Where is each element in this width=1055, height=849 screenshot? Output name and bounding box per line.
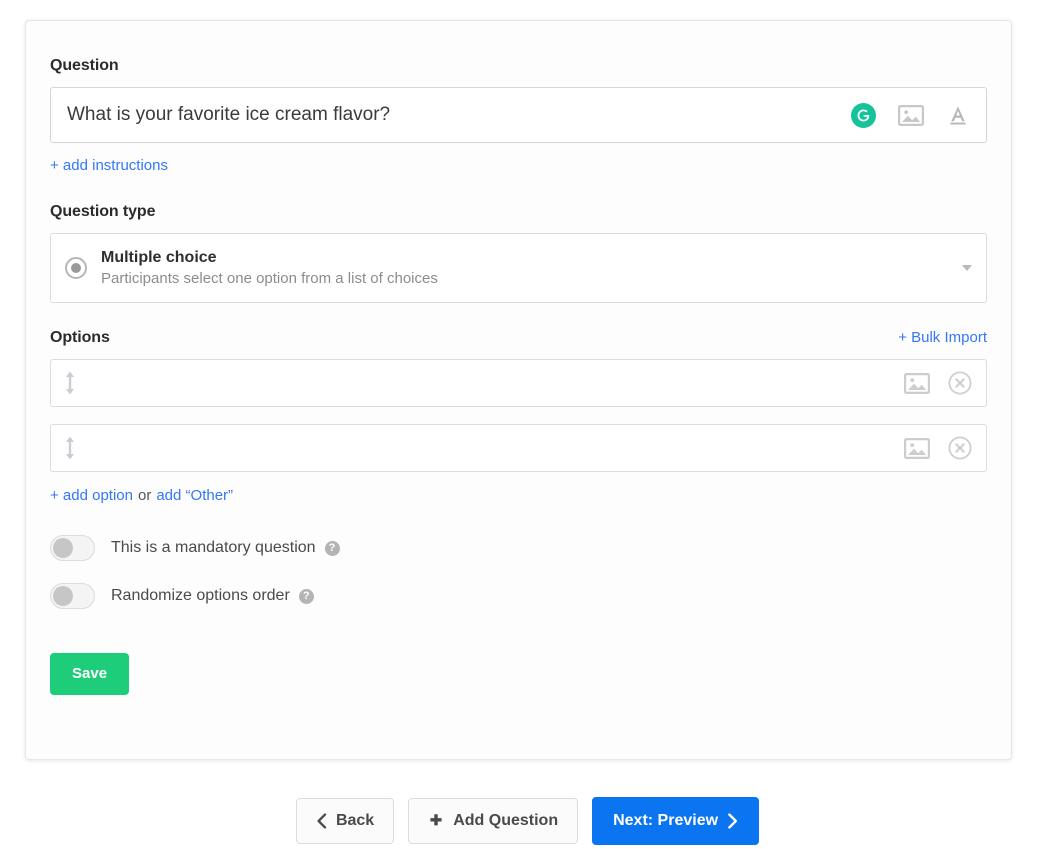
randomize-options-label: Randomize options order xyxy=(111,587,290,604)
toggles-section: This is a mandatory question ? Randomize… xyxy=(50,535,987,609)
question-field-icons xyxy=(851,102,986,128)
option-row-icons xyxy=(904,436,972,460)
add-question-button-label: Add Question xyxy=(453,812,559,829)
option-input[interactable] xyxy=(85,359,904,407)
question-type-title: Multiple choice xyxy=(101,248,217,266)
question-input-wrapper[interactable] xyxy=(50,87,987,143)
grammarly-icon[interactable] xyxy=(851,102,876,128)
add-option-separator: or xyxy=(138,487,152,504)
options-section: Options + Bulk Import + add option or ad… xyxy=(50,329,987,505)
remove-option-icon[interactable] xyxy=(948,371,972,395)
next-preview-button-label: Next: Preview xyxy=(613,812,719,829)
options-label: Options xyxy=(50,329,110,346)
option-row[interactable] xyxy=(50,424,987,472)
bulk-import-link[interactable]: + Bulk Import xyxy=(898,329,987,347)
add-option-link[interactable]: + add option xyxy=(50,487,133,504)
option-row-icons xyxy=(904,371,972,395)
chevron-down-icon[interactable] xyxy=(962,265,972,271)
chevron-left-icon xyxy=(317,813,327,829)
option-input[interactable] xyxy=(85,424,904,472)
save-button[interactable]: Save xyxy=(50,653,130,695)
question-type-description: Participants select one option from a li… xyxy=(101,269,438,287)
mandatory-question-toggle[interactable] xyxy=(50,535,95,561)
drag-handle-icon[interactable] xyxy=(63,435,77,461)
remove-option-icon[interactable] xyxy=(948,436,972,460)
footer-actions: Back Add Question Next: Preview xyxy=(0,797,1055,845)
back-button-label: Back xyxy=(335,812,375,829)
mandatory-question-label: This is a mandatory question xyxy=(111,539,316,556)
options-header: Options + Bulk Import xyxy=(50,329,987,347)
next-preview-button[interactable]: Next: Preview xyxy=(592,797,760,845)
randomize-options-row: Randomize options order ? xyxy=(50,583,987,609)
mandatory-question-row: This is a mandatory question ? xyxy=(50,535,987,561)
question-input[interactable] xyxy=(51,88,851,142)
question-type-select[interactable]: Multiple choice Participants select one … xyxy=(50,233,987,303)
text-format-icon[interactable] xyxy=(946,103,970,127)
help-icon[interactable]: ? xyxy=(324,540,340,556)
add-question-button[interactable]: Add Question xyxy=(408,798,579,844)
add-other-link[interactable]: add “Other” xyxy=(156,487,233,504)
help-icon[interactable]: ? xyxy=(298,588,314,604)
chevron-right-icon xyxy=(728,813,738,829)
plus-icon xyxy=(430,814,442,826)
radio-selected-icon xyxy=(65,257,87,279)
drag-handle-icon[interactable] xyxy=(63,370,77,396)
question-label: Question xyxy=(50,57,119,74)
question-editor-card: Question What is your favorite ice cream… xyxy=(25,20,1012,760)
add-option-row: + add option or add “Other” xyxy=(50,487,987,505)
question-type-label: Question type xyxy=(50,203,156,220)
add-instructions-row: + add instructions xyxy=(50,157,987,175)
image-icon[interactable] xyxy=(904,372,930,394)
question-type-texts: Multiple choice Participants select one … xyxy=(101,248,952,289)
option-row[interactable] xyxy=(50,359,987,407)
add-instructions-link[interactable]: + add instructions xyxy=(50,157,168,174)
back-button[interactable]: Back xyxy=(295,798,395,844)
image-icon[interactable] xyxy=(904,437,930,459)
question-type-section: Question type Multiple choice Participan… xyxy=(50,203,987,303)
randomize-options-toggle[interactable] xyxy=(50,583,95,609)
page-root: Question What is your favorite ice cream… xyxy=(0,0,1055,849)
image-icon[interactable] xyxy=(898,104,924,126)
